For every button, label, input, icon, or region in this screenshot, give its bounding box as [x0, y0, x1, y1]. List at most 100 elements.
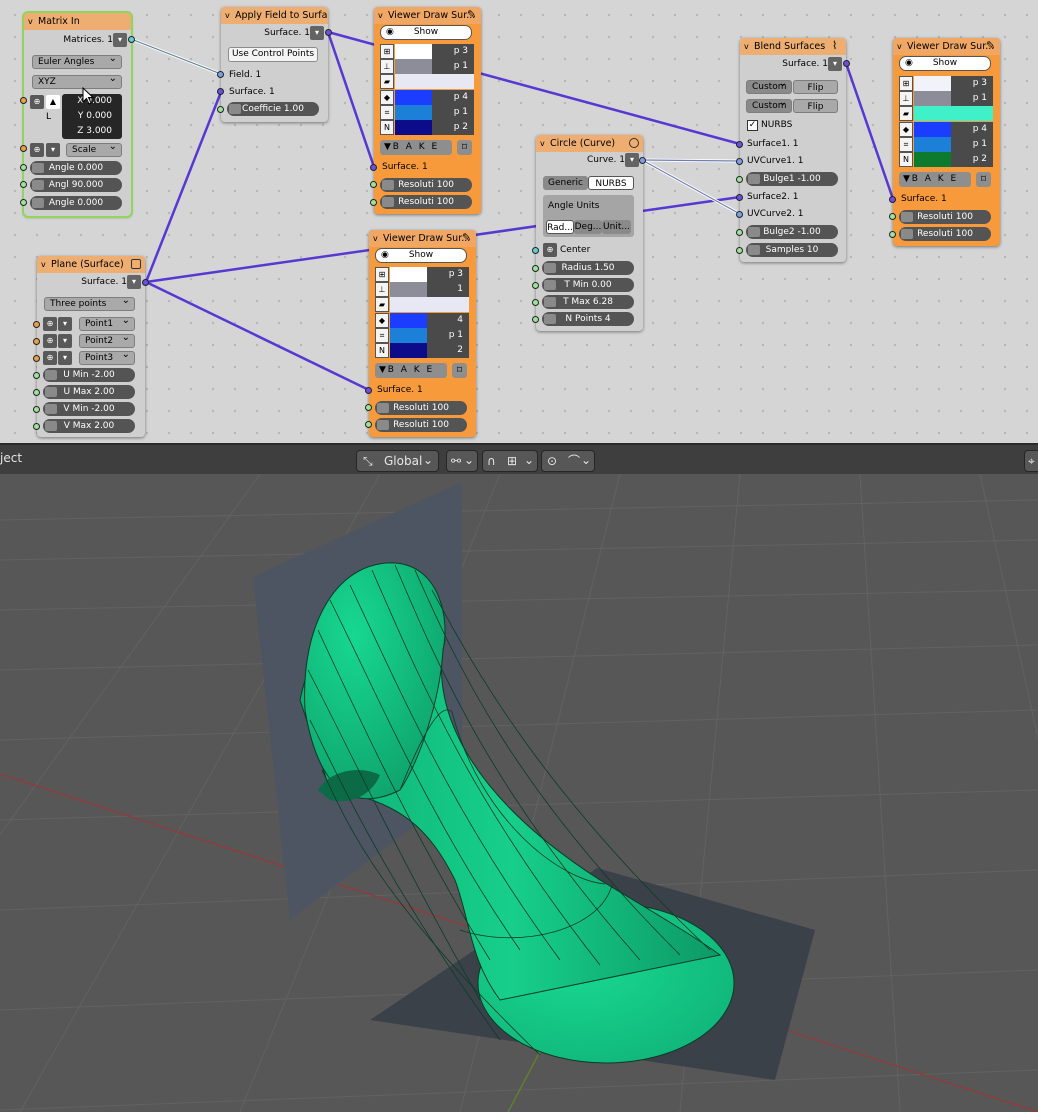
socket-mode-icon[interactable]: ⊕ [543, 243, 557, 257]
u-min-input-socket[interactable] [33, 372, 40, 379]
bake-options-icon[interactable]: ⌑ [457, 140, 472, 155]
samples-field[interactable]: Samples 10 [746, 243, 838, 257]
v-max-input-socket[interactable] [33, 423, 40, 430]
point3-input-socket[interactable] [33, 355, 40, 362]
collapse-chevron-icon[interactable]: v [744, 38, 749, 55]
apply-field-header[interactable]: v Apply Field to Surface [221, 7, 328, 24]
matrix-in-node[interactable]: v Matrix In Matrices. 1 ▾ Euler Angles X… [22, 11, 133, 218]
collapse-chevron-icon[interactable]: v [28, 13, 33, 30]
viewer1-res-v-socket[interactable] [370, 199, 377, 206]
u-max-input-socket[interactable] [33, 389, 40, 396]
t-min-field[interactable]: T Min 0.00 [542, 278, 634, 292]
point2-input-socket[interactable] [33, 338, 40, 345]
node-editor[interactable]: v Matrix In Matrices. 1 ▾ Euler Angles X… [0, 0, 1038, 443]
output-picker-icon[interactable]: ▾ [113, 33, 127, 47]
resolution-v-field[interactable]: Resoluti 100 [380, 195, 472, 209]
output-picker-icon[interactable]: ▾ [625, 153, 639, 167]
viewer1-header[interactable]: v Viewer Draw Sur... ✎ [374, 7, 481, 24]
angle-field-3[interactable]: Angle 0.000 [30, 196, 122, 210]
show-toggle[interactable]: ◉ Show [899, 56, 991, 71]
control-points-color-row[interactable]: ◆ p 4 [899, 122, 993, 137]
blend-surfaces-node[interactable]: v Blend Surfaces ⌇ Surface. 1 ▾ Custom F… [740, 38, 846, 262]
field-input-socket[interactable] [217, 71, 224, 78]
point1-input-socket[interactable] [33, 321, 40, 328]
edge-color-row[interactable]: ⊥ 1 [375, 282, 469, 297]
viewer2-res-u-socket[interactable] [365, 404, 372, 411]
show-toggle[interactable]: ◉ Show [375, 248, 467, 263]
face-color-row[interactable]: ▰ [375, 297, 469, 312]
apply-surface-output-socket[interactable] [325, 29, 332, 36]
point3-dropdown[interactable]: Point3 [79, 351, 135, 365]
bulge2-input-socket[interactable] [736, 229, 743, 236]
viewer3-surface-input-socket[interactable] [889, 196, 896, 203]
coefficient-input-socket[interactable] [217, 106, 224, 113]
resolution-v-field[interactable]: Resoluti 100 [375, 418, 467, 432]
v-min-field[interactable]: V Min -2.00 [43, 402, 135, 416]
samples-input-socket[interactable] [736, 247, 743, 254]
blend-header[interactable]: v Blend Surfaces ⌇ [740, 38, 846, 55]
viewer1-res-u-socket[interactable] [370, 181, 377, 188]
matrix-in-header[interactable]: v Matrix In [24, 13, 131, 30]
circle-curve-node[interactable]: v Circle (Curve) Curve. 1 ▾ Generic NURB… [536, 135, 643, 331]
u-min-field[interactable]: U Min -2.00 [43, 368, 135, 382]
bake-button[interactable]: B A K E [899, 172, 971, 187]
resolution-u-field[interactable]: Resoluti 100 [375, 401, 467, 415]
show-toggle[interactable]: ◉ Show [380, 25, 472, 40]
viewer3-res-u-socket[interactable] [889, 213, 896, 220]
uvcurve1-input-socket[interactable] [736, 158, 743, 165]
scale-dropdown[interactable]: Scale [66, 143, 122, 157]
collapse-chevron-icon[interactable]: v [41, 256, 46, 273]
units-unit-button[interactable]: Unit... [602, 220, 631, 234]
circle-header[interactable]: v Circle (Curve) [536, 135, 643, 152]
control-points-color-row[interactable]: ◆ 4 [375, 313, 469, 328]
curve1-mode-dropdown[interactable]: Custom [746, 80, 792, 94]
bake-options-icon[interactable]: ⌑ [452, 363, 467, 378]
socket-mode-icon[interactable]: ⊕ [30, 95, 44, 109]
normals-color-row[interactable]: Np 2 [899, 152, 993, 167]
control-net-color-row[interactable]: ⌗ p 1 [380, 105, 474, 120]
plane-mode-dropdown[interactable]: Three points [44, 297, 135, 311]
curve-output-socket[interactable] [639, 157, 646, 164]
center-input-socket[interactable] [532, 247, 539, 254]
collapse-chevron-icon[interactable]: v [225, 7, 230, 24]
transform-orientation-dropdown[interactable]: ⤡ Global ⌄ [356, 450, 439, 472]
output-picker-icon[interactable]: ▾ [127, 275, 141, 289]
viewer2-header[interactable]: v Viewer Draw Sur... ✎ [369, 230, 476, 247]
radius-field[interactable]: Radius 1.50 [542, 261, 634, 275]
snapping-toggle[interactable]: ∩ ⊞ ⌄ [482, 450, 538, 472]
t-max-input-socket[interactable] [532, 299, 539, 306]
plane-header[interactable]: v Plane (Surface) [37, 256, 145, 273]
nurbs-checkbox[interactable]: ✓ [747, 120, 758, 131]
location-input-socket[interactable] [20, 97, 27, 104]
expand-arrow-icon[interactable]: ▾ [58, 317, 72, 331]
n-points-field[interactable]: N Points 4 [542, 312, 634, 326]
normals-color-row[interactable]: Np 2 [380, 120, 474, 135]
vertex-color-row[interactable]: ⊞ p 3 [380, 44, 474, 59]
coefficient-field[interactable]: Coefficie 1.00 [227, 102, 319, 116]
resolution-u-field[interactable]: Resoluti 100 [899, 210, 991, 224]
surface-input-socket[interactable] [217, 88, 224, 95]
scale-input-socket[interactable] [20, 145, 27, 152]
units-degrees-button[interactable]: Deg... [574, 220, 602, 234]
edge-color-row[interactable]: ⊥ p 1 [380, 59, 474, 74]
units-radians-button[interactable]: Rad... [546, 220, 574, 234]
viewer1-surface-input-socket[interactable] [370, 164, 377, 171]
location-y-field[interactable]: Y 0.000 [62, 109, 112, 124]
socket-mode-icon[interactable]: ⊕ [30, 143, 44, 157]
angle2-input-socket[interactable] [20, 181, 27, 188]
bake-button[interactable]: B A K E [380, 140, 452, 155]
rotation-mode-dropdown[interactable]: Euler Angles [32, 55, 122, 69]
plane-surface-output-socket[interactable] [142, 279, 149, 286]
face-color-row[interactable]: ▰ [899, 106, 993, 121]
surface2-input-socket[interactable] [736, 194, 743, 201]
angle-field-2[interactable]: Angl 90.000 [30, 178, 122, 192]
angle3-input-socket[interactable] [20, 199, 27, 206]
point1-dropdown[interactable]: Point1 [79, 317, 135, 331]
control-points-color-row[interactable]: ◆ p 4 [380, 90, 474, 105]
socket-mode-icon[interactable]: ⊕ [43, 334, 57, 348]
viewer2-res-v-socket[interactable] [365, 421, 372, 428]
t-min-input-socket[interactable] [532, 282, 539, 289]
viewer3-header[interactable]: v Viewer Draw Sur... ✎ [893, 38, 1000, 55]
collapse-chevron-icon[interactable]: v [897, 38, 902, 55]
face-color-row[interactable]: ▰ [380, 74, 474, 89]
